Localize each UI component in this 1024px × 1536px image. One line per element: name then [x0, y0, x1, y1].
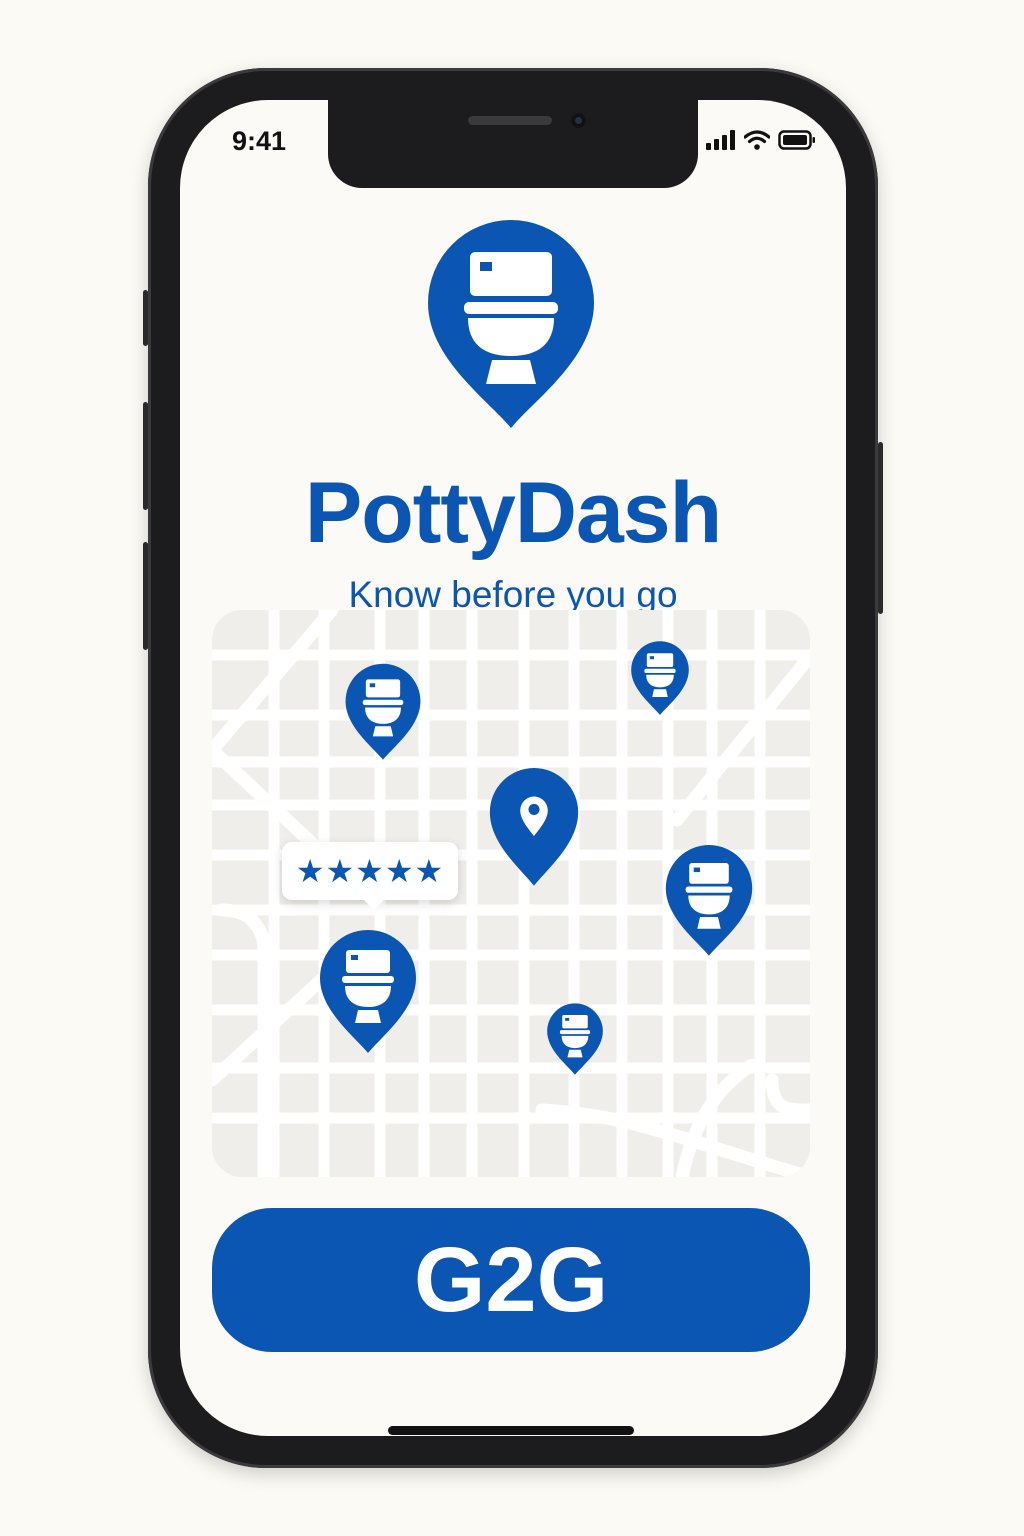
- home-indicator[interactable]: [388, 1426, 634, 1435]
- status-time: 9:41: [232, 126, 287, 156]
- front-camera: [571, 113, 586, 128]
- app-title: PottyDash: [304, 465, 722, 561]
- toilet-pin-icon[interactable]: [630, 640, 690, 715]
- location-pin-icon[interactable]: [488, 766, 580, 886]
- rating-callout: ★★★★★: [282, 842, 458, 910]
- rating-stars: ★★★★★: [295, 853, 445, 889]
- signal-icon: [706, 130, 735, 150]
- phone-frame: 9:41 PottyDash Know before you go ★★★★★ …: [143, 68, 883, 1468]
- toilet-pin-icon[interactable]: [546, 1002, 604, 1075]
- wifi-icon: [744, 130, 770, 150]
- notch: [328, 100, 698, 188]
- app-screen: 9:41 PottyDash Know before you go ★★★★★ …: [180, 100, 846, 1436]
- toilet-pin-icon[interactable]: [344, 662, 422, 760]
- volume-down-button: [143, 542, 148, 650]
- battery-icon: [778, 130, 815, 150]
- status-icons: [706, 128, 816, 152]
- speaker: [468, 116, 552, 125]
- toilet-pin-icon[interactable]: [318, 928, 418, 1053]
- g2g-button[interactable]: G2G: [212, 1208, 810, 1352]
- silent-switch: [143, 290, 148, 346]
- toilet-location-pin-icon: [428, 220, 594, 428]
- power-button: [878, 442, 883, 614]
- volume-up-button: [143, 402, 148, 510]
- toilet-pin-icon[interactable]: [664, 843, 754, 956]
